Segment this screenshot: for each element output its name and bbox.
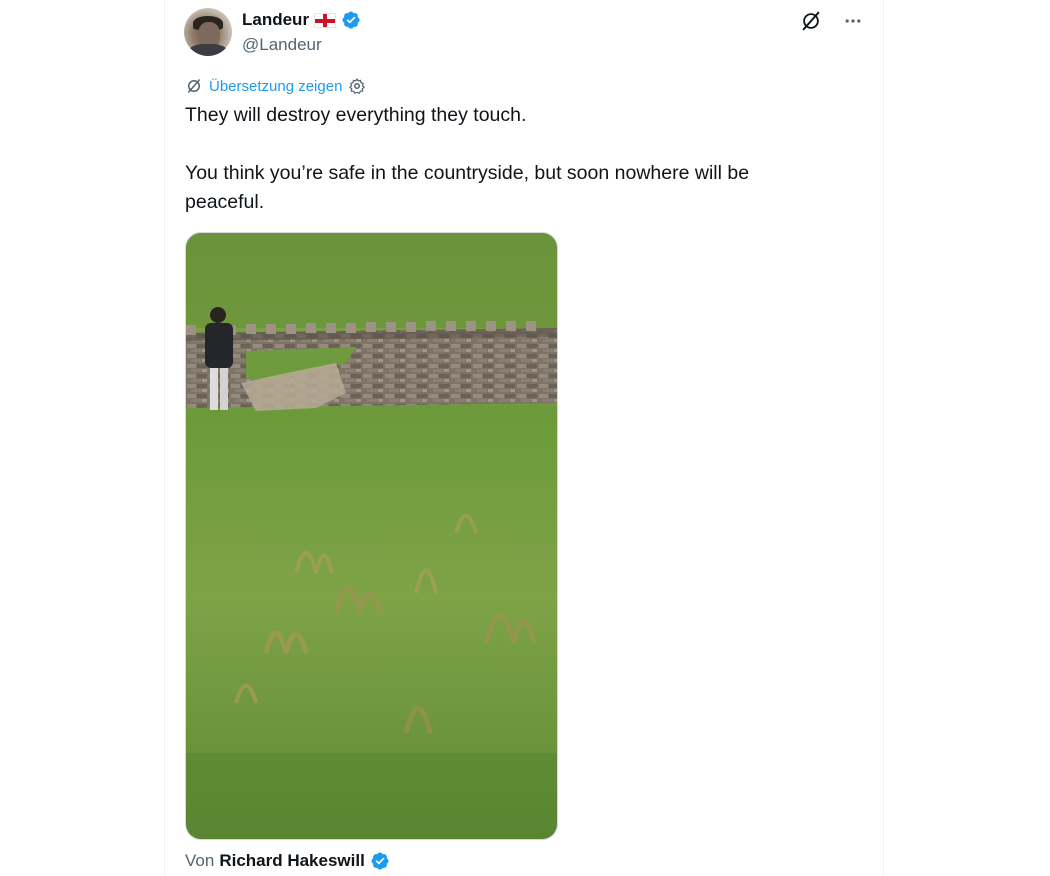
avatar[interactable] <box>184 8 232 56</box>
video-attribution: Von Richard Hakeswill <box>185 851 390 871</box>
verified-badge-icon <box>371 852 389 870</box>
tweet-text-paragraph: You think you’re safe in the countryside… <box>185 162 750 213</box>
grok-icon <box>802 11 820 31</box>
england-flag-icon <box>314 12 337 28</box>
more-options-button[interactable] <box>841 9 865 33</box>
column-border-right <box>883 0 884 876</box>
show-translation-link[interactable]: Übersetzung zeigen <box>209 78 342 95</box>
attribution-prefix: Von <box>185 851 215 870</box>
gear-icon[interactable] <box>348 77 366 95</box>
author-handle[interactable]: @Landeur <box>242 35 322 55</box>
verified-badge-icon[interactable] <box>341 10 361 30</box>
author-name-row: Landeur <box>242 10 361 30</box>
translate-icon <box>188 79 200 93</box>
translate-row: Übersetzung zeigen <box>185 77 366 95</box>
tweet-text: They will destroy everything they touch.… <box>185 101 825 217</box>
tweet-text-paragraph: They will destroy everything they touch. <box>185 104 527 126</box>
grok-button[interactable] <box>799 9 823 33</box>
more-icon <box>845 19 861 23</box>
attribution-author-name[interactable]: Richard Hakeswill <box>219 851 365 871</box>
video-thumbnail-image <box>186 233 557 839</box>
tweet-top-actions <box>799 9 865 33</box>
video-thumbnail[interactable] <box>185 232 558 840</box>
author-display-name[interactable]: Landeur <box>242 10 309 30</box>
tweet-card[interactable]: Landeur @Landeur Übersetzung zeigen They… <box>165 0 883 876</box>
